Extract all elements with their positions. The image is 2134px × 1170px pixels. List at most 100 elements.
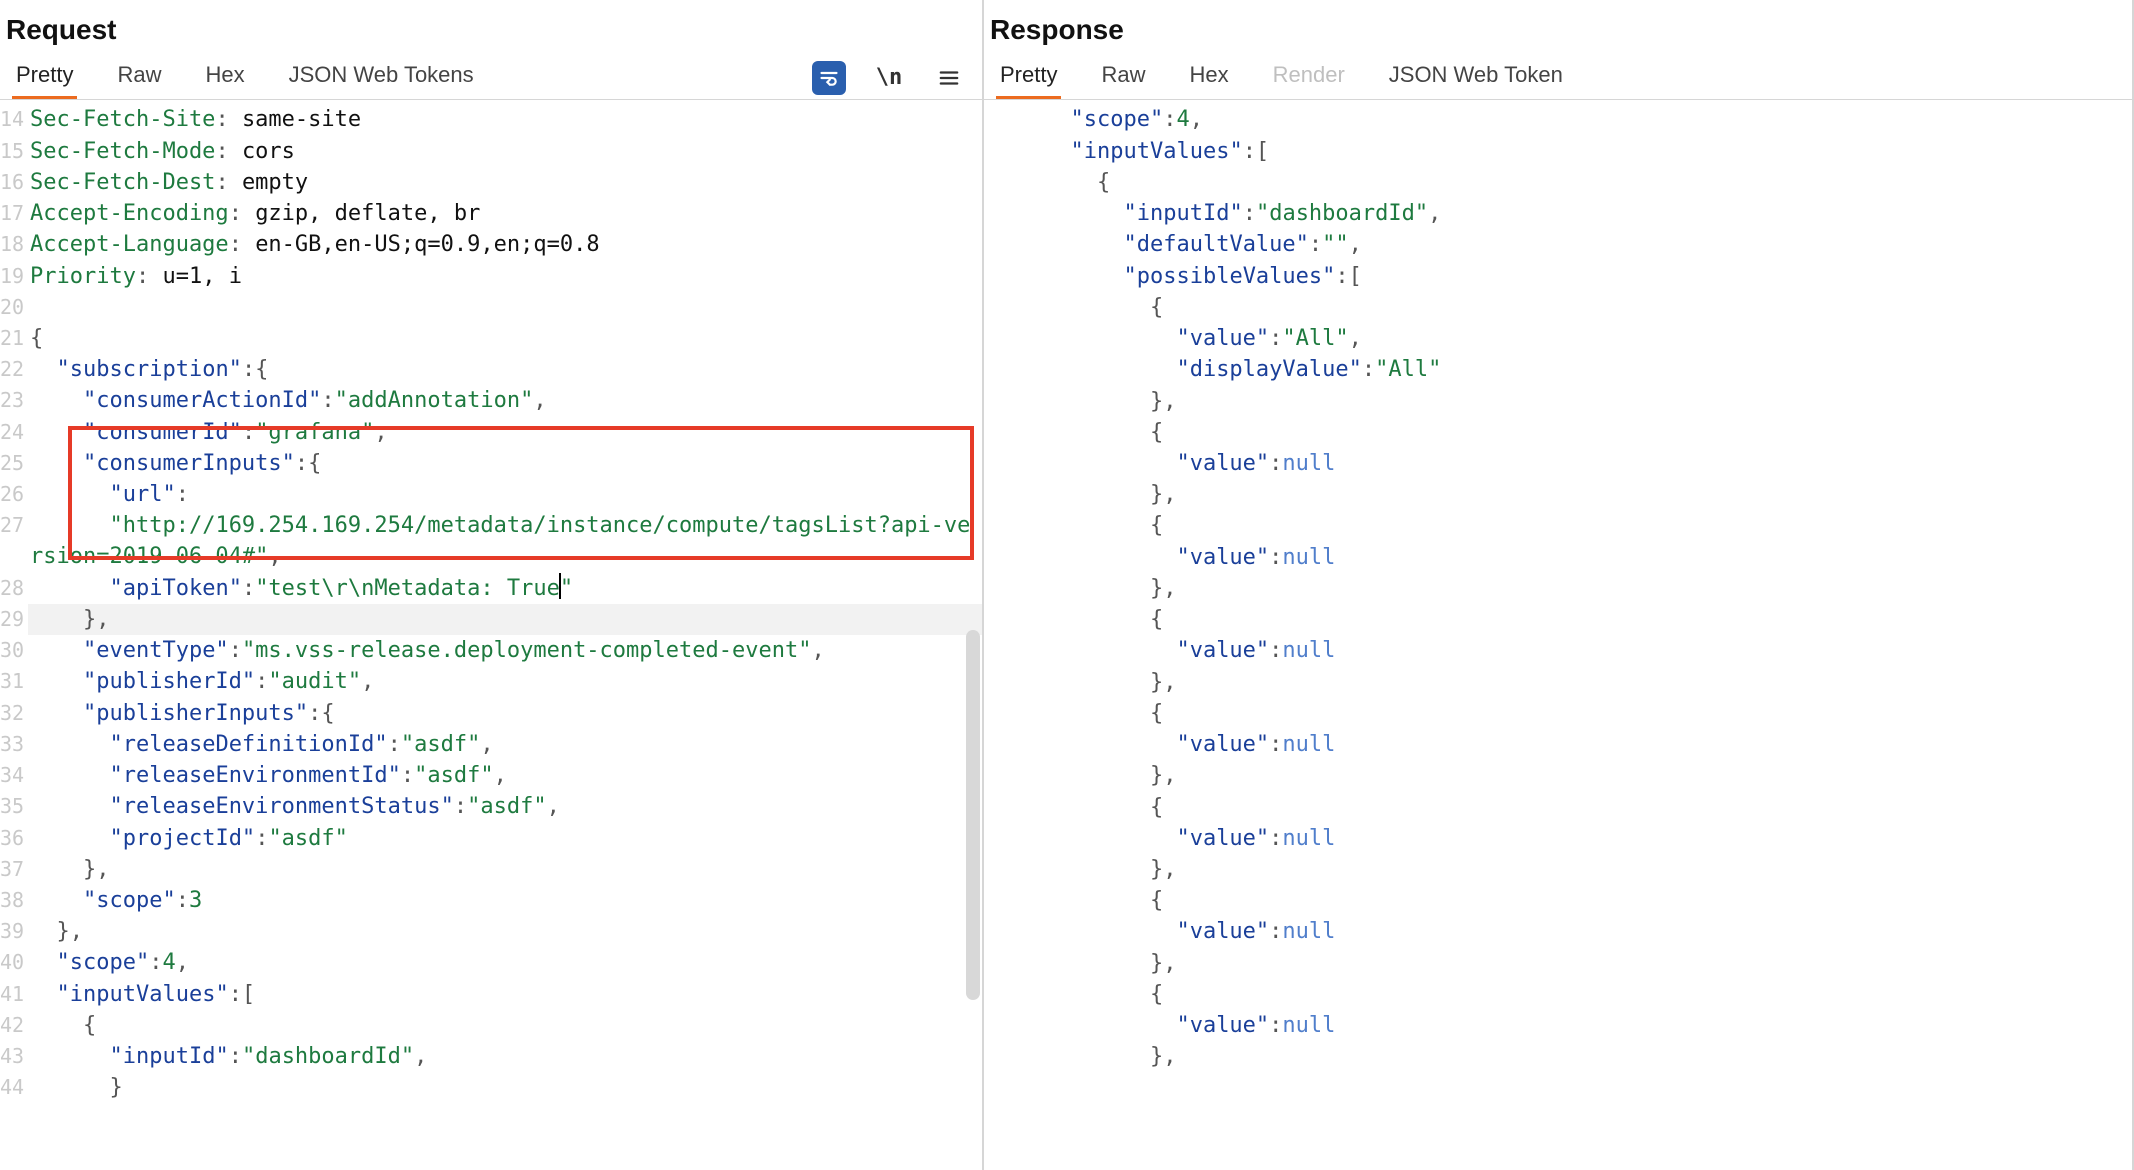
code-line[interactable]: {	[1014, 510, 2132, 541]
code-src[interactable]: },	[1042, 479, 2132, 510]
code-src[interactable]: "releaseDefinitionId":"asdf",	[28, 729, 982, 760]
code-line[interactable]: 44 }	[0, 1072, 982, 1103]
code-src[interactable]: "projectId":"asdf"	[28, 823, 982, 854]
code-src[interactable]: "inputValues":[	[28, 979, 982, 1010]
code-line[interactable]: 16Sec-Fetch-Dest: empty	[0, 167, 982, 198]
code-src[interactable]: },	[1042, 386, 2132, 417]
code-src[interactable]: "consumerId":"grafana",	[28, 417, 982, 448]
code-src[interactable]: "publisherId":"audit",	[28, 666, 982, 697]
tab-hex-response[interactable]: Hex	[1185, 56, 1232, 99]
code-src[interactable]: "value":null	[1042, 823, 2132, 854]
code-line[interactable]: "value":null	[1014, 635, 2132, 666]
code-line[interactable]: "possibleValues":[	[1014, 261, 2132, 292]
code-line[interactable]: 14Sec-Fetch-Site: same-site	[0, 104, 982, 135]
code-line[interactable]: 40 "scope":4,	[0, 947, 982, 978]
code-src[interactable]: {	[1042, 792, 2132, 823]
code-line[interactable]: 18Accept-Language: en-GB,en-US;q=0.9,en;…	[0, 229, 982, 260]
code-src[interactable]: "scope":3	[28, 885, 982, 916]
code-line[interactable]: "value":"All",	[1014, 323, 2132, 354]
code-line[interactable]: 31 "publisherId":"audit",	[0, 666, 982, 697]
tab-render-response[interactable]: Render	[1269, 56, 1349, 99]
wrap-lines-icon[interactable]	[812, 61, 846, 95]
code-src[interactable]: "scope":4,	[1042, 104, 2132, 135]
code-line[interactable]: },	[1014, 479, 2132, 510]
code-line[interactable]: 23 "consumerActionId":"addAnnotation",	[0, 385, 982, 416]
code-src[interactable]: },	[1042, 667, 2132, 698]
code-line[interactable]: {	[1014, 698, 2132, 729]
code-src[interactable]: }	[28, 1072, 982, 1103]
tab-jwt[interactable]: JSON Web Tokens	[285, 56, 478, 99]
code-src[interactable]: "consumerInputs":{	[28, 448, 982, 479]
code-src[interactable]: {	[1042, 604, 2132, 635]
code-src[interactable]: },	[1042, 573, 2132, 604]
code-src[interactable]: "value":null	[1042, 448, 2132, 479]
code-line[interactable]: "inputValues":[	[1014, 136, 2132, 167]
code-src[interactable]: "value":null	[1042, 542, 2132, 573]
code-src[interactable]: Accept-Language: en-GB,en-US;q=0.9,en;q=…	[28, 229, 982, 260]
code-line[interactable]: },	[1014, 1041, 2132, 1072]
code-line[interactable]: "value":null	[1014, 448, 2132, 479]
tab-pretty-response[interactable]: Pretty	[996, 56, 1061, 99]
code-src[interactable]: "inputId":"dashboardId",	[1042, 198, 2132, 229]
code-src[interactable]: },	[1042, 760, 2132, 791]
code-line[interactable]: 33 "releaseDefinitionId":"asdf",	[0, 729, 982, 760]
code-line[interactable]: },	[1014, 948, 2132, 979]
code-line[interactable]: {	[1014, 979, 2132, 1010]
code-line[interactable]: "displayValue":"All"	[1014, 354, 2132, 385]
code-src[interactable]: {	[1042, 510, 2132, 541]
code-src[interactable]: "publisherInputs":{	[28, 698, 982, 729]
request-editor[interactable]: 14Sec-Fetch-Site: same-site15Sec-Fetch-M…	[0, 100, 982, 1170]
code-src[interactable]: {	[1042, 885, 2132, 916]
code-line[interactable]: },	[1014, 386, 2132, 417]
code-src[interactable]: "http://169.254.169.254/metadata/instanc…	[28, 510, 982, 572]
code-src[interactable]: {	[1042, 292, 2132, 323]
code-src[interactable]: Sec-Fetch-Site: same-site	[28, 104, 982, 135]
code-line[interactable]: 17Accept-Encoding: gzip, deflate, br	[0, 198, 982, 229]
code-line[interactable]: "inputId":"dashboardId",	[1014, 198, 2132, 229]
code-src[interactable]: },	[1042, 948, 2132, 979]
code-src[interactable]: "releaseEnvironmentId":"asdf",	[28, 760, 982, 791]
code-src[interactable]: Sec-Fetch-Mode: cors	[28, 136, 982, 167]
code-src[interactable]: },	[1042, 1041, 2132, 1072]
code-line[interactable]: {	[1014, 417, 2132, 448]
code-src[interactable]: "url":	[28, 479, 982, 510]
code-line[interactable]: 30 "eventType":"ms.vss-release.deploymen…	[0, 635, 982, 666]
code-line[interactable]: },	[1014, 667, 2132, 698]
code-line[interactable]: 29 },	[0, 604, 982, 635]
code-src[interactable]: },	[1042, 854, 2132, 885]
code-src[interactable]: "value":null	[1042, 916, 2132, 947]
code-line[interactable]: },	[1014, 573, 2132, 604]
code-line[interactable]: 36 "projectId":"asdf"	[0, 823, 982, 854]
code-src[interactable]: Priority: u=1, i	[28, 261, 982, 292]
code-src[interactable]: Sec-Fetch-Dest: empty	[28, 167, 982, 198]
code-src[interactable]: {	[1042, 167, 2132, 198]
code-line[interactable]: 21{	[0, 323, 982, 354]
code-line[interactable]: 38 "scope":3	[0, 885, 982, 916]
code-line[interactable]: 37 },	[0, 854, 982, 885]
code-line[interactable]: "value":null	[1014, 1010, 2132, 1041]
code-line[interactable]: "defaultValue":"",	[1014, 229, 2132, 260]
code-src[interactable]: "scope":4,	[28, 947, 982, 978]
code-line[interactable]: 26 "url":	[0, 479, 982, 510]
response-code[interactable]: "scope":4, "inputValues":[ { "inputId":"…	[1014, 100, 2132, 1076]
tab-pretty[interactable]: Pretty	[12, 56, 77, 99]
code-line[interactable]: 42 {	[0, 1010, 982, 1041]
code-line[interactable]: 34 "releaseEnvironmentId":"asdf",	[0, 760, 982, 791]
tab-raw[interactable]: Raw	[113, 56, 165, 99]
code-src[interactable]: "consumerActionId":"addAnnotation",	[28, 385, 982, 416]
code-line[interactable]: 28 "apiToken":"test\r\nMetadata: True"	[0, 573, 982, 604]
code-line[interactable]: },	[1014, 854, 2132, 885]
scrollbar-vertical[interactable]	[966, 630, 980, 1000]
request-code[interactable]: 14Sec-Fetch-Site: same-site15Sec-Fetch-M…	[0, 100, 982, 1107]
code-line[interactable]: "value":null	[1014, 916, 2132, 947]
tab-hex[interactable]: Hex	[201, 56, 248, 99]
code-line[interactable]: 27 "http://169.254.169.254/metadata/inst…	[0, 510, 982, 572]
code-src[interactable]: "displayValue":"All"	[1042, 354, 2132, 385]
code-line[interactable]: "value":null	[1014, 823, 2132, 854]
code-src[interactable]: "possibleValues":[	[1042, 261, 2132, 292]
code-line[interactable]: 41 "inputValues":[	[0, 979, 982, 1010]
code-src[interactable]: "inputId":"dashboardId",	[28, 1041, 982, 1072]
code-line[interactable]: 35 "releaseEnvironmentStatus":"asdf",	[0, 791, 982, 822]
code-src[interactable]: {	[1042, 417, 2132, 448]
code-line[interactable]: {	[1014, 292, 2132, 323]
